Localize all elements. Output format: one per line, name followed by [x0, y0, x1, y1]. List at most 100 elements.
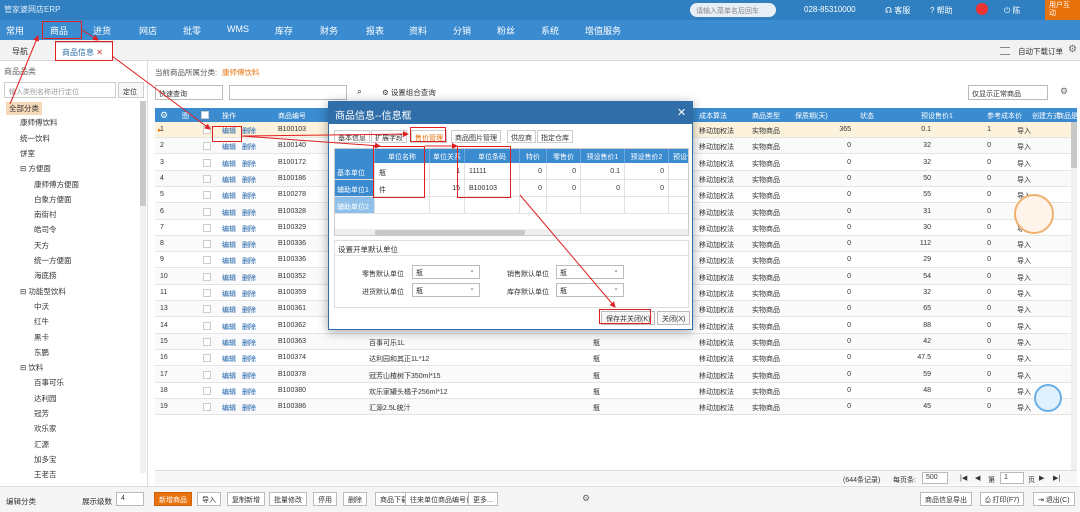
nav-item[interactable]: 分销	[453, 24, 471, 37]
category-search-input[interactable]: 输入类别名称进行定位	[4, 82, 116, 98]
unit-cell[interactable]: 0	[547, 163, 581, 180]
row-checkbox[interactable]	[203, 354, 211, 363]
row-checkbox[interactable]	[203, 142, 211, 151]
tree-item[interactable]: 统一饮料	[20, 133, 50, 144]
tree-item[interactable]: 百事可乐	[34, 377, 64, 388]
export-button[interactable]: 商品信息导出	[920, 492, 972, 506]
prev-page-icon[interactable]: ◀	[975, 474, 980, 482]
row-checkbox[interactable]	[203, 305, 211, 314]
unit-cell[interactable]	[430, 197, 465, 214]
auto-download-link[interactable]: 自动下载订单	[1018, 46, 1063, 57]
unit-cell[interactable]	[547, 197, 581, 214]
nav-item[interactable]: 增值服务	[585, 24, 621, 37]
delete-link[interactable]: 删除	[242, 175, 256, 185]
tree-item[interactable]: 达利园	[34, 393, 57, 404]
delete-link[interactable]: 删除	[242, 208, 256, 218]
tree-item[interactable]: 中沃	[34, 301, 49, 312]
unit-cell[interactable]	[625, 197, 669, 214]
retail-default-select[interactable]: 瓶	[412, 265, 480, 279]
delete-link[interactable]: 删除	[242, 159, 256, 169]
unit-cell[interactable]	[375, 197, 430, 214]
row-checkbox[interactable]	[203, 370, 211, 379]
delete-link[interactable]: 删除	[242, 256, 256, 266]
row-checkbox[interactable]	[203, 207, 211, 216]
tree-item[interactable]: 汇源	[34, 439, 49, 450]
tree-item[interactable]: 康师傅方便面	[34, 179, 79, 190]
delete-link[interactable]: 删除	[242, 338, 256, 348]
edit-link[interactable]: 编辑	[222, 159, 236, 169]
unit-cell[interactable]	[669, 197, 688, 214]
sale-default-select[interactable]: 瓶	[556, 265, 624, 279]
print-button[interactable]: ⎙ 打印(F7)	[980, 492, 1025, 506]
row-checkbox[interactable]	[203, 256, 211, 265]
unit-grid-hscroll[interactable]	[335, 229, 688, 235]
row-checkbox[interactable]	[203, 272, 211, 281]
sidebar-scrollbar[interactable]	[140, 101, 146, 473]
tree-item[interactable]: 东鹏	[34, 347, 49, 358]
toolbar-button[interactable]: 新增商品	[154, 492, 192, 506]
tree-item[interactable]: 皓司令	[34, 224, 57, 235]
row-checkbox[interactable]	[203, 223, 211, 232]
table-row[interactable]: 18 编辑 删除 B100380 欢乐家罐头橘子256ml*12 瓶 移动加权法 实物商品 0 4…	[155, 383, 1077, 399]
toolbar-button[interactable]: 更多...	[468, 492, 498, 506]
unit-cell[interactable]	[581, 197, 625, 214]
delete-link[interactable]: 删除	[242, 142, 256, 152]
delete-link[interactable]: 删除	[242, 371, 256, 381]
tree-item[interactable]: 冠芳	[34, 408, 49, 419]
stock-default-select[interactable]: 瓶	[556, 283, 624, 297]
level-select[interactable]: 4	[116, 492, 144, 506]
tree-item[interactable]: 王老吉	[34, 469, 57, 480]
edit-link[interactable]: 编辑	[222, 403, 236, 413]
tree-item[interactable]: ⊟ 方便面	[20, 163, 51, 174]
nav-item[interactable]: 粉丝	[497, 24, 515, 37]
tree-item[interactable]: ⊟ 功能型饮料	[20, 286, 66, 297]
unit-cell[interactable]: 0	[625, 163, 669, 180]
row-checkbox[interactable]	[203, 337, 211, 346]
nav-item[interactable]: 系统	[541, 24, 559, 37]
notification-icon[interactable]	[976, 3, 988, 15]
unit-cell[interactable]: 0	[581, 180, 625, 197]
tree-item[interactable]: 欢乐家	[34, 423, 57, 434]
tree-item[interactable]: 康师傅饮料	[20, 117, 58, 128]
row-checkbox[interactable]	[203, 403, 211, 412]
unit-cell[interactable]	[520, 197, 547, 214]
next-page-icon[interactable]: ▶	[1039, 474, 1044, 482]
grid-header-cell[interactable]: 保质期(天)	[795, 111, 828, 121]
delete-link[interactable]: 删除	[242, 322, 256, 332]
table-row[interactable]: 16 编辑 删除 B100374 达利园和其正1L*12 瓶 移动加权法 实物商品 0 47.5 0…	[155, 350, 1077, 367]
unit-cell[interactable]	[669, 163, 688, 180]
unit-cell[interactable]: 0	[520, 163, 547, 180]
nav-item[interactable]: 库存	[275, 24, 293, 37]
search-icon[interactable]: ⌕	[357, 86, 362, 97]
nav-item[interactable]: 财务	[320, 24, 338, 37]
toolbar-button[interactable]: 复制新增	[227, 492, 265, 506]
edit-link[interactable]: 编辑	[222, 289, 236, 299]
gear-icon[interactable]: ⚙	[160, 110, 168, 121]
grid-header-cell[interactable]: 商品类型	[752, 111, 780, 121]
delete-link[interactable]: 删除	[242, 403, 256, 413]
help-link[interactable]: ? 帮助	[930, 5, 953, 16]
dialog-tab[interactable]: 扩展字段	[371, 130, 407, 143]
unit-cell[interactable]: 0	[547, 180, 581, 197]
unit-cell[interactable]: 0	[520, 180, 547, 197]
grid-header-cell[interactable]: 成本算法	[699, 111, 727, 121]
tree-item[interactable]: 黑卡	[34, 332, 49, 343]
grid-scrollbar[interactable]	[1071, 122, 1077, 470]
tree-item[interactable]: 红牛	[34, 316, 49, 327]
user-interaction-badge[interactable]: 用户互动	[1045, 0, 1080, 20]
delete-link[interactable]: 删除	[242, 126, 256, 136]
grid-header-cell[interactable]: 状态	[860, 111, 874, 121]
delete-link[interactable]: 删除	[242, 289, 256, 299]
first-page-icon[interactable]: |◀	[960, 474, 967, 482]
menu-icon[interactable]	[1000, 47, 1010, 55]
unit-cell[interactable]: 0	[625, 180, 669, 197]
edit-category-link[interactable]: 编辑分类	[6, 496, 36, 507]
edit-link[interactable]: 编辑	[222, 208, 236, 218]
edit-link[interactable]: 编辑	[222, 305, 236, 315]
service-link[interactable]: ☊ 客服	[885, 5, 910, 16]
edit-link[interactable]: 编辑	[222, 273, 236, 283]
tree-item[interactable]: 加多宝	[34, 454, 57, 465]
close-icon[interactable]: ✕	[677, 106, 686, 119]
tree-item[interactable]: 海底捞	[34, 270, 57, 281]
exit-button[interactable]: ⇥ 退出(C)	[1033, 492, 1075, 506]
